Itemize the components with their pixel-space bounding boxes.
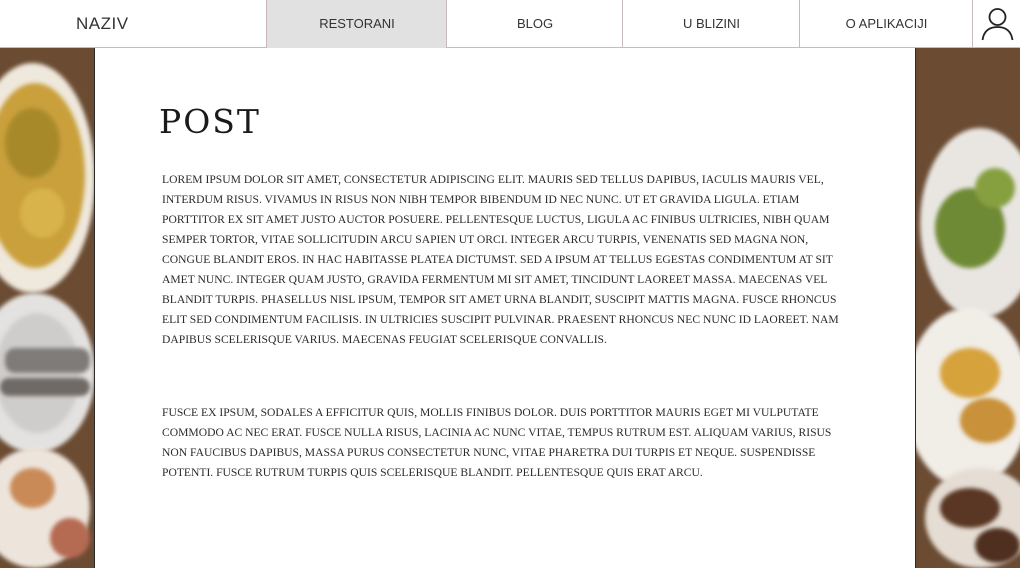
post-content-panel: POST LOREM IPSUM DOLOR SIT AMET, CONSECT… [94, 48, 916, 568]
nav-tab-restorani[interactable]: RESTORANI [266, 0, 447, 48]
user-icon [981, 8, 1014, 41]
post-title: POST [159, 102, 261, 141]
brand-name[interactable]: NAZIV [76, 0, 129, 48]
top-nav-bar: NAZIV RESTORANI BLOG U BLIZINI O APLIKAC… [0, 0, 1020, 48]
nav-tab-u-blizini[interactable]: U BLIZINI [622, 0, 800, 48]
nav-tab-o-aplikaciji[interactable]: O APLIKACIJI [799, 0, 973, 48]
post-paragraph: FUSCE EX IPSUM, SODALES A EFFICITUR QUIS… [162, 406, 832, 479]
user-account-button[interactable] [972, 0, 1020, 48]
nav-tab-blog[interactable]: BLOG [446, 0, 623, 48]
post-paragraph: LOREM IPSUM DOLOR SIT AMET, CONSECTETUR … [162, 173, 839, 346]
background-food-image-left [0, 48, 95, 568]
background-food-image-right [915, 48, 1020, 568]
